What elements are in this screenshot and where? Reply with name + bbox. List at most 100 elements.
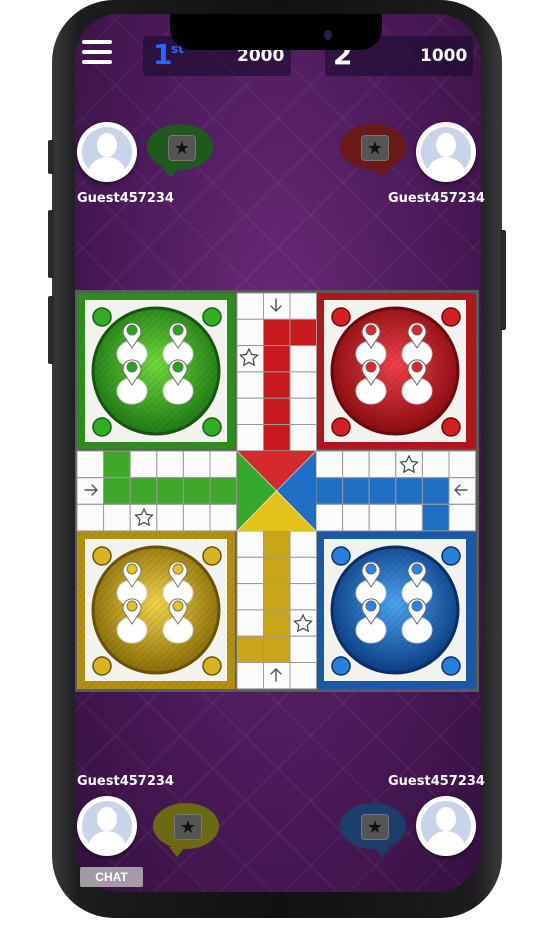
track-cell bbox=[156, 450, 184, 478]
rank-number: 1 bbox=[153, 38, 173, 71]
avatar-top-right[interactable] bbox=[416, 122, 476, 182]
track-cell bbox=[182, 477, 211, 505]
mute-switch bbox=[48, 140, 54, 174]
track-cell bbox=[129, 450, 158, 478]
avatar-top-left[interactable] bbox=[77, 122, 137, 182]
track-cell bbox=[289, 583, 317, 611]
track-cell bbox=[289, 397, 317, 425]
track-cell bbox=[236, 556, 264, 585]
avatar-bottom-left[interactable] bbox=[77, 796, 137, 856]
track-cell bbox=[263, 345, 291, 373]
track-cell bbox=[368, 450, 397, 478]
track-cell bbox=[263, 292, 291, 320]
ludo-board[interactable] bbox=[75, 290, 479, 692]
track-cell bbox=[76, 477, 105, 505]
track-cell bbox=[209, 450, 238, 478]
track-cell bbox=[315, 450, 344, 478]
track-cell bbox=[263, 371, 291, 399]
track-cell bbox=[156, 503, 184, 532]
track-cell bbox=[236, 662, 264, 690]
player-name-top-right: Guest457234 bbox=[388, 191, 485, 206]
avatar-bottom-right[interactable] bbox=[416, 796, 476, 856]
notch bbox=[170, 14, 382, 50]
track-cell bbox=[156, 477, 184, 505]
track-cell bbox=[395, 477, 423, 505]
emote-bubble-green[interactable]: ★ bbox=[147, 124, 213, 178]
track-cell bbox=[395, 503, 423, 532]
track-cell bbox=[263, 397, 291, 425]
track-cell bbox=[263, 556, 291, 585]
track-cell bbox=[289, 662, 317, 690]
track-cell bbox=[129, 477, 158, 505]
track-cell bbox=[421, 503, 450, 532]
track-cell bbox=[315, 477, 344, 505]
track-cell bbox=[448, 503, 477, 532]
track-cell bbox=[236, 424, 264, 452]
track-cell bbox=[182, 450, 211, 478]
track-cell bbox=[289, 530, 317, 558]
emote-bubble-blue[interactable]: ★ bbox=[340, 803, 406, 857]
star-icon: ★ bbox=[174, 814, 202, 840]
track-cell bbox=[76, 450, 105, 478]
star-icon: ★ bbox=[168, 135, 196, 161]
track-cell bbox=[263, 662, 291, 690]
score-right: 1000 bbox=[420, 46, 468, 66]
volume-down-button bbox=[48, 296, 54, 364]
track-cell bbox=[421, 477, 450, 505]
track-cell bbox=[448, 450, 477, 478]
track-cell bbox=[289, 292, 317, 320]
menu-icon[interactable] bbox=[82, 40, 112, 68]
player-name-bottom-left: Guest457234 bbox=[77, 774, 174, 789]
track-cell bbox=[236, 292, 264, 320]
track-cell bbox=[289, 424, 317, 452]
home-center bbox=[236, 450, 317, 532]
track-cell bbox=[263, 583, 291, 611]
track-cell bbox=[289, 556, 317, 585]
track-cell bbox=[236, 397, 264, 425]
track-cell bbox=[342, 450, 370, 478]
track-cell bbox=[209, 477, 238, 505]
track-cell bbox=[236, 318, 264, 347]
track-cell bbox=[421, 450, 450, 478]
track-cell bbox=[76, 503, 105, 532]
track-cell bbox=[236, 635, 264, 664]
star-icon: ★ bbox=[361, 814, 389, 840]
emote-bubble-red[interactable]: ★ bbox=[340, 124, 406, 178]
home-yellow bbox=[77, 531, 235, 689]
track-cell bbox=[342, 503, 370, 532]
track-cell bbox=[103, 450, 131, 478]
camera bbox=[324, 30, 332, 40]
player-name-bottom-right: Guest457234 bbox=[388, 774, 485, 789]
track-cell bbox=[236, 371, 264, 399]
track-cell bbox=[289, 318, 317, 347]
track-cell bbox=[368, 503, 397, 532]
track-cell bbox=[236, 609, 264, 637]
power-button bbox=[500, 230, 506, 330]
home-red bbox=[316, 293, 476, 449]
track-cell bbox=[368, 477, 397, 505]
track-cell bbox=[263, 635, 291, 664]
track-cell bbox=[289, 635, 317, 664]
star-icon: ★ bbox=[361, 135, 389, 161]
track-cell bbox=[263, 318, 291, 347]
volume-up-button bbox=[48, 210, 54, 278]
track-cell bbox=[209, 503, 238, 532]
track-cell bbox=[103, 503, 131, 532]
track-cell bbox=[236, 583, 264, 611]
track-cell bbox=[289, 345, 317, 373]
track-cell bbox=[263, 609, 291, 637]
track-cell bbox=[448, 477, 477, 505]
track-cell bbox=[263, 530, 291, 558]
emote-bubble-yellow[interactable]: ★ bbox=[153, 803, 219, 857]
track-cell bbox=[236, 530, 264, 558]
player-name-top-left: Guest457234 bbox=[77, 191, 174, 206]
chat-button[interactable]: CHAT bbox=[80, 867, 143, 887]
track-cell bbox=[182, 503, 211, 532]
track-cell bbox=[103, 477, 131, 505]
home-blue bbox=[316, 531, 476, 689]
track-cell bbox=[263, 424, 291, 452]
track-cell bbox=[315, 503, 344, 532]
track-cell bbox=[289, 371, 317, 399]
home-green bbox=[77, 293, 235, 449]
track-cell bbox=[342, 477, 370, 505]
